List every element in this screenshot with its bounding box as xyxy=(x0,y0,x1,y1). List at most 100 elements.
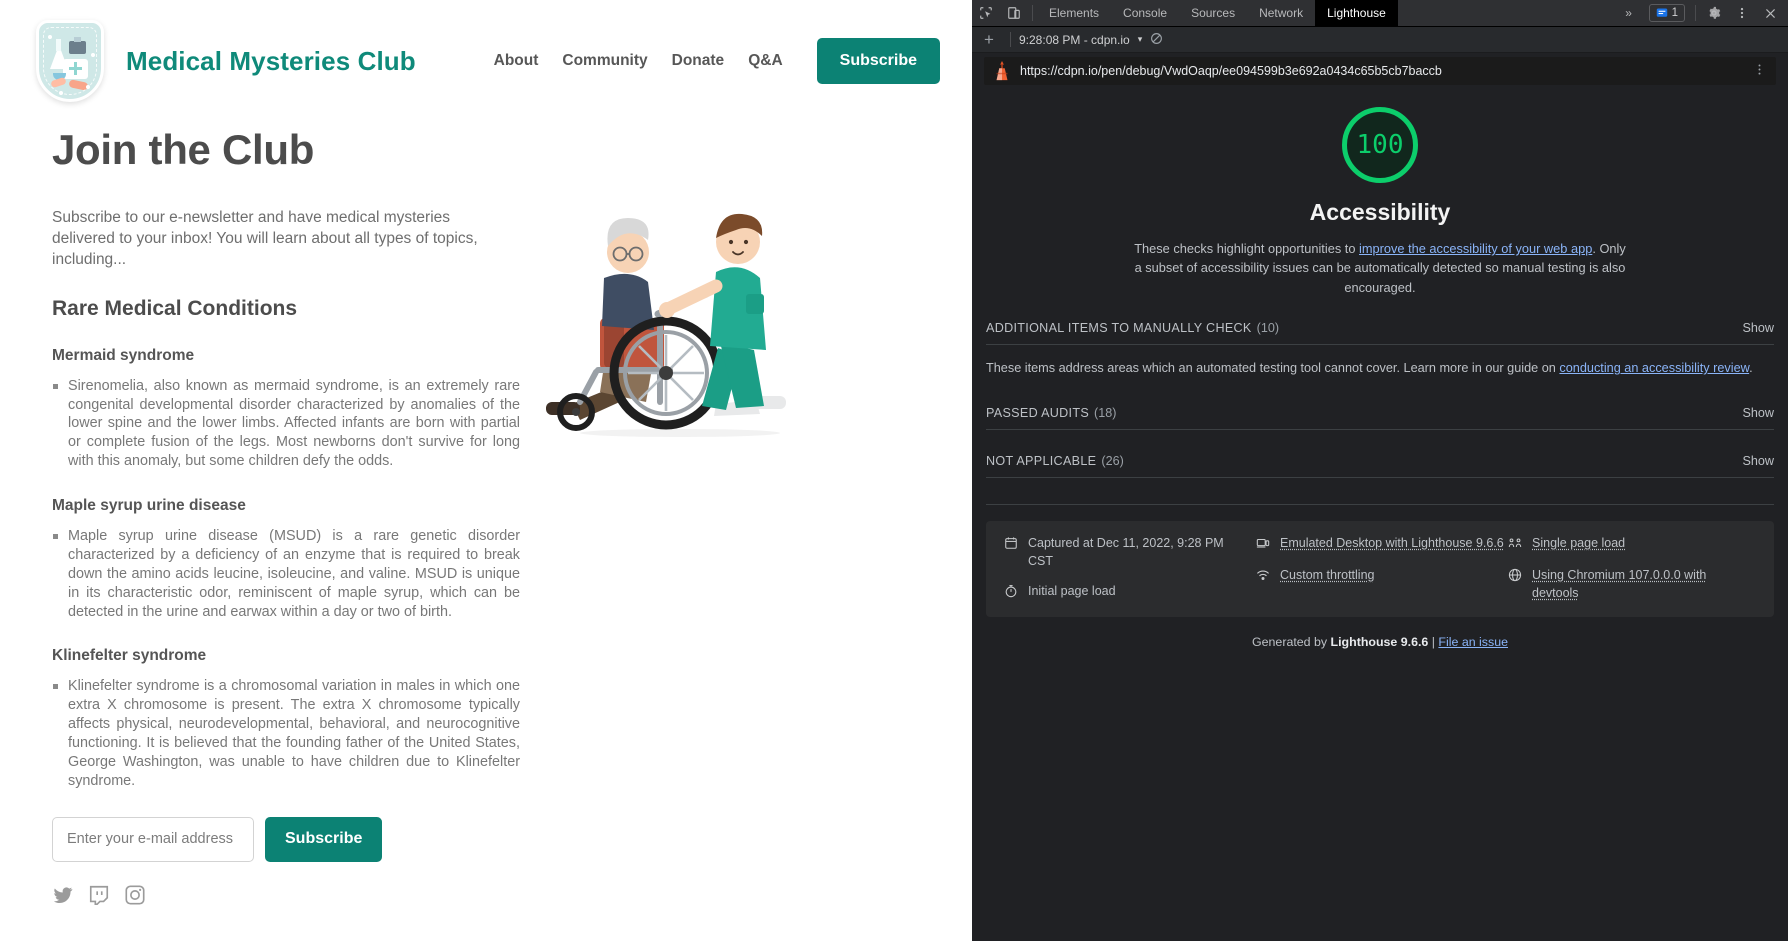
group-passed-audits: Passed audits (18) Show xyxy=(986,406,1774,430)
score-value: 100 xyxy=(1357,130,1404,160)
chrome-icon xyxy=(1508,568,1523,587)
tab-elements[interactable]: Elements xyxy=(1037,0,1111,26)
twitch-icon[interactable] xyxy=(88,884,110,906)
group-header-manual: Additional items to manually check (10) … xyxy=(986,321,1774,344)
run-metadata-card: Captured at Dec 11, 2022, 9:28 PM CST In… xyxy=(986,521,1774,617)
subscribe-form: Subscribe xyxy=(52,817,936,862)
condition-title-msud: Maple syrup urine disease xyxy=(52,497,936,515)
footer-pre-text: Generated by xyxy=(1252,635,1331,649)
devtools-tabs: Elements Console Sources Network Lightho… xyxy=(1037,0,1398,26)
new-report-button[interactable]: + xyxy=(976,30,1002,50)
kebab-menu-icon[interactable] xyxy=(1728,0,1756,26)
nav-item-qa[interactable]: Q&A xyxy=(748,52,782,70)
close-icon[interactable] xyxy=(1756,0,1784,26)
group-count: (18) xyxy=(1094,406,1116,420)
issues-badge[interactable]: 1 xyxy=(1649,4,1685,22)
issues-icon xyxy=(1656,7,1668,19)
category-description: These checks highlight opportunities to … xyxy=(1134,239,1626,297)
intro-paragraph: Subscribe to our e-newsletter and have m… xyxy=(52,208,514,271)
toolbar-divider xyxy=(1032,5,1033,21)
web-page-viewport: Medical Mysteries Club About Community D… xyxy=(0,0,972,941)
devtools-panel: Elements Console Sources Network Lightho… xyxy=(972,0,1788,941)
list-item: Sirenomelia, also known as mermaid syndr… xyxy=(52,377,520,471)
group-divider xyxy=(986,429,1774,430)
group-header-na: Not applicable (26) Show xyxy=(986,454,1774,477)
site-header: Medical Mysteries Club About Community D… xyxy=(0,0,972,108)
calendar-icon xyxy=(1004,536,1019,555)
meta-captured-at: Captured at Dec 11, 2022, 9:28 PM CST xyxy=(1004,535,1252,571)
meta-text[interactable]: Using Chromium 107.0.0.0 with devtools xyxy=(1532,567,1756,603)
group-toggle-na[interactable]: Show xyxy=(1742,454,1774,468)
category-title: Accessibility xyxy=(1310,199,1451,226)
meta-text[interactable]: Emulated Desktop with Lighthouse 9.6.6 xyxy=(1280,535,1504,553)
social-links xyxy=(52,884,936,906)
issues-count: 1 xyxy=(1672,7,1678,19)
group-count: (26) xyxy=(1101,454,1123,468)
lighthouse-body: 100 Accessibility These checks highlight… xyxy=(972,85,1788,941)
meta-column-3: Single page load Using Chromium 107.0.0.… xyxy=(1508,535,1756,603)
meta-text: Captured at Dec 11, 2022, 9:28 PM CST xyxy=(1028,535,1252,571)
file-an-issue-link[interactable]: File an issue xyxy=(1438,635,1508,649)
footer-separator: | xyxy=(1428,635,1438,649)
chevron-down-icon[interactable]: ▾ xyxy=(1138,34,1143,45)
main-navigation: About Community Donate Q&A Subscribe xyxy=(494,38,940,84)
condition-title-klinefelter: Klinefelter syndrome xyxy=(52,647,936,665)
group-divider xyxy=(986,477,1774,478)
score-gauge-section: 100 Accessibility These checks highlight… xyxy=(986,85,1774,297)
desc-pre-text: These checks highlight opportunities to xyxy=(1134,241,1359,256)
wheelchair-illustration xyxy=(520,190,840,455)
inspect-element-icon[interactable] xyxy=(972,0,1000,26)
meta-text[interactable]: Custom throttling xyxy=(1280,567,1374,585)
instagram-icon[interactable] xyxy=(124,884,146,906)
devtools-toolbar: Elements Console Sources Network Lightho… xyxy=(972,0,1788,27)
tab-sources[interactable]: Sources xyxy=(1179,0,1247,26)
page-title: Join the Club xyxy=(52,126,936,174)
tab-network[interactable]: Network xyxy=(1247,0,1315,26)
condition-list-klinefelter: Klinefelter syndrome is a chromosomal va… xyxy=(52,677,936,790)
generated-by-footer: Generated by Lighthouse 9.6.6 | File an … xyxy=(986,635,1774,649)
accessibility-review-link[interactable]: conducting an accessibility review xyxy=(1559,361,1749,375)
nav-item-about[interactable]: About xyxy=(494,52,539,70)
group-toggle-manual[interactable]: Show xyxy=(1742,321,1774,335)
group-note-manual: These items address areas which an autom… xyxy=(986,345,1774,382)
group-header-passed: Passed audits (18) Show xyxy=(986,406,1774,429)
group-title: Passed audits xyxy=(986,406,1089,420)
twitter-icon[interactable] xyxy=(52,885,74,905)
footer-lighthouse-version: Lighthouse 9.6.6 xyxy=(1331,635,1429,649)
group-title: Additional items to manually check xyxy=(986,321,1252,335)
gear-icon[interactable] xyxy=(1700,0,1728,26)
group-title: Not applicable xyxy=(986,454,1096,468)
tab-console[interactable]: Console xyxy=(1111,0,1179,26)
site-logo[interactable] xyxy=(36,20,104,102)
meta-single-page-load: Single page load xyxy=(1508,535,1756,555)
meta-page-load: Initial page load xyxy=(1004,583,1252,603)
devtools-toolbar-right: » 1 xyxy=(1615,0,1788,26)
toolbar-divider-2 xyxy=(1695,5,1696,21)
more-tabs-icon[interactable]: » xyxy=(1615,0,1643,26)
meta-column-2: Emulated Desktop with Lighthouse 9.6.6 C… xyxy=(1256,535,1504,603)
accessibility-score-gauge[interactable]: 100 xyxy=(1342,107,1418,183)
improve-accessibility-link[interactable]: improve the accessibility of your web ap… xyxy=(1359,241,1592,256)
nav-item-donate[interactable]: Donate xyxy=(672,52,725,70)
site-title: Medical Mysteries Club xyxy=(126,46,416,77)
nav-item-community[interactable]: Community xyxy=(562,52,647,70)
group-toggle-passed[interactable]: Show xyxy=(1742,406,1774,420)
report-menu-icon[interactable] xyxy=(1753,63,1766,79)
lighthouse-report: https://cdpn.io/pen/debug/VwdOaqp/ee0945… xyxy=(972,53,1788,941)
list-item: Maple syrup urine disease (MSUD) is a ra… xyxy=(52,527,520,621)
meta-text[interactable]: Single page load xyxy=(1532,535,1625,553)
clear-icon[interactable] xyxy=(1150,32,1163,48)
lighthouse-runs-bar: + 9:28:08 PM - cdpn.io ▾ xyxy=(972,27,1788,53)
email-input[interactable] xyxy=(52,817,254,862)
header-subscribe-button[interactable]: Subscribe xyxy=(817,38,940,84)
meta-chromium-version: Using Chromium 107.0.0.0 with devtools xyxy=(1508,567,1756,603)
device-toolbar-icon[interactable] xyxy=(1000,0,1028,26)
tab-lighthouse[interactable]: Lighthouse xyxy=(1315,0,1398,26)
condition-list-msud: Maple syrup urine disease (MSUD) is a ra… xyxy=(52,527,936,621)
report-selector[interactable]: 9:28:08 PM - cdpn.io xyxy=(1019,33,1130,47)
meta-emulated-device: Emulated Desktop with Lighthouse 9.6.6 xyxy=(1256,535,1504,555)
desktop-icon xyxy=(1256,536,1271,555)
report-url-bar: https://cdpn.io/pen/debug/VwdOaqp/ee0945… xyxy=(984,57,1776,85)
meta-column-1: Captured at Dec 11, 2022, 9:28 PM CST In… xyxy=(1004,535,1252,603)
subscribe-submit-button[interactable]: Subscribe xyxy=(265,817,382,862)
